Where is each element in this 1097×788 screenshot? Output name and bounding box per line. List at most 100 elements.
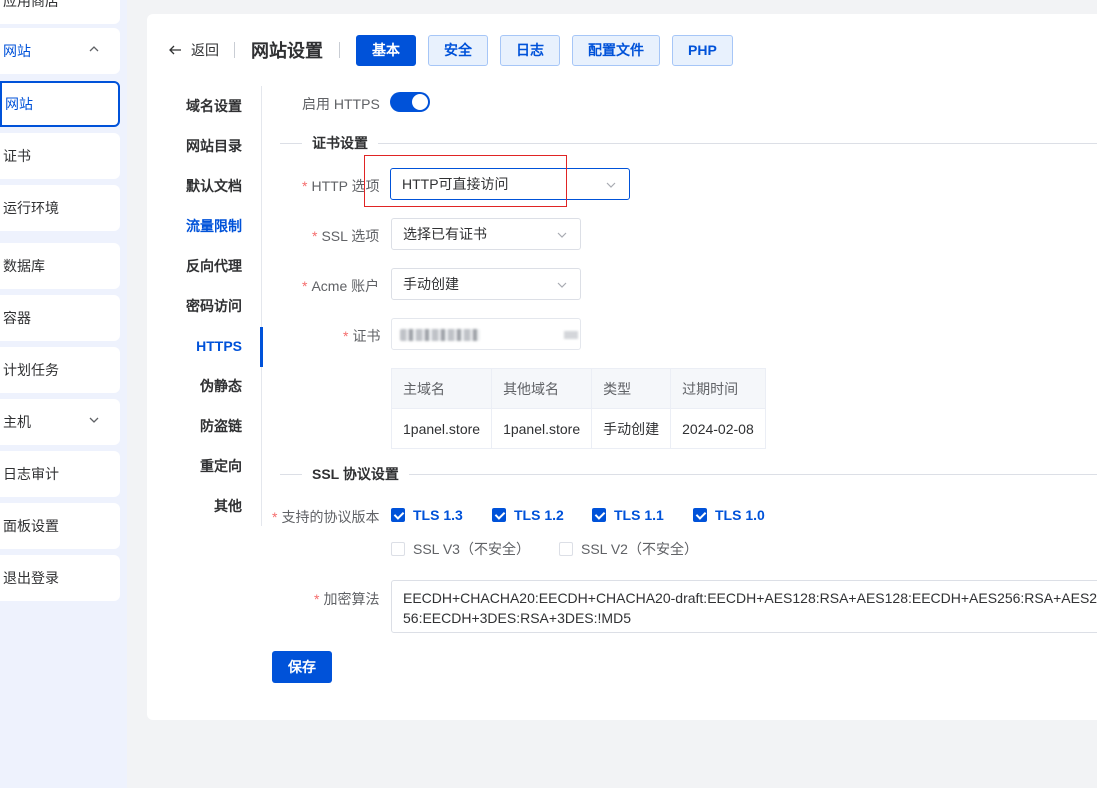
sidebar-item-label: 证书 (3, 148, 31, 164)
highlight-box (364, 155, 567, 207)
chevron-down-icon (89, 417, 99, 423)
table-header-row: 主域名 其他域名 类型 过期时间 (390, 368, 766, 409)
menu-item-rate-limit[interactable]: 流量限制 (160, 206, 262, 246)
ssl-option-select[interactable]: 选择已有证书 (391, 218, 581, 250)
checkbox-label: TLS 1.1 (614, 507, 664, 523)
checkbox-box (693, 508, 707, 522)
required-mark: * (302, 178, 308, 194)
checkbox-sslv2[interactable]: SSL V2（不安全） (559, 539, 698, 559)
checkbox-label: TLS 1.0 (715, 507, 765, 523)
checkbox-tls12[interactable]: TLS 1.2 (492, 507, 564, 523)
sidebar-item-logs[interactable]: 日志审计 (0, 451, 120, 497)
checkbox-label: TLS 1.3 (413, 507, 463, 523)
ssl-option-value: 选择已有证书 (403, 226, 487, 242)
checkbox-tls10[interactable]: TLS 1.0 (693, 507, 765, 523)
section-title: SSL 协议设置 (302, 464, 409, 484)
sidebar-item-cron[interactable]: 计划任务 (0, 347, 120, 393)
col-header: 其他域名 (491, 368, 593, 409)
blurred-value (564, 331, 578, 339)
divider (234, 42, 235, 58)
col-header: 主域名 (390, 368, 493, 409)
sidebar-item-label: 网站 (5, 96, 33, 112)
col-header: 类型 (591, 368, 672, 409)
sidebar-item-website[interactable]: 网站 (0, 81, 120, 127)
acme-select[interactable]: 手动创建 (391, 268, 581, 300)
enable-https-switch[interactable] (390, 92, 430, 112)
sidebar: 应用商店 网站 网站 证书 运行环境 数据库 容器 计划任务 主机 日志审计 面… (0, 0, 127, 788)
ssl-protocol-section: SSL 协议设置 (280, 464, 1097, 484)
menu-item-other[interactable]: 其他 (160, 486, 262, 526)
menu-item-https[interactable]: HTTPS (160, 326, 262, 366)
settings-menu: 域名设置 网站目录 默认文档 流量限制 反向代理 密码访问 HTTPS 伪静态 … (160, 86, 262, 526)
section-divider (280, 143, 1097, 144)
back-button[interactable]: 返回 (168, 40, 219, 60)
table-cell: 2024-02-08 (670, 408, 766, 449)
checkbox-box (592, 508, 606, 522)
sidebar-item-logout[interactable]: 退出登录 (0, 555, 120, 601)
menu-item-site-dir[interactable]: 网站目录 (160, 126, 262, 166)
section-title: 证书设置 (302, 133, 378, 153)
required-mark: * (314, 591, 320, 607)
cipher-label: * 加密算法 (314, 589, 379, 609)
sidebar-item-label: 面板设置 (3, 518, 59, 534)
checkbox-box (559, 542, 573, 556)
save-button[interactable]: 保存 (272, 651, 332, 683)
sidebar-item-container[interactable]: 容器 (0, 295, 120, 341)
checkbox-sslv3[interactable]: SSL V3（不安全） (391, 539, 530, 559)
ssl-option-label: * SSL 选项 (312, 226, 379, 246)
sidebar-group-website[interactable]: 网站 (0, 28, 120, 74)
sidebar-item-database[interactable]: 数据库 (0, 243, 120, 289)
table-row: 1panel.store 1panel.store 手动创建 2024-02-0… (390, 408, 766, 449)
checkbox-label: SSL V3（不安全） (413, 541, 530, 557)
col-header: 过期时间 (670, 368, 766, 409)
sidebar-item-label: 网站 (3, 43, 31, 59)
menu-active-indicator (260, 327, 263, 367)
sidebar-item-label: 运行环境 (3, 200, 59, 216)
sidebar-item-app-store[interactable]: 应用商店 (0, 0, 120, 24)
cipher-text: 加密算法 (323, 591, 380, 607)
menu-item-rewrite[interactable]: 伪静态 (160, 366, 262, 406)
tab-logs[interactable]: 日志 (500, 34, 560, 66)
sidebar-item-host[interactable]: 主机 (0, 399, 120, 445)
checkbox-label: SSL V2（不安全） (581, 541, 698, 557)
switch-knob (412, 94, 428, 110)
required-mark: * (302, 278, 308, 294)
tab-security[interactable]: 安全 (428, 34, 488, 66)
arrow-left-icon (169, 45, 181, 55)
acme-value: 手动创建 (403, 276, 459, 292)
tab-config-file[interactable]: 配置文件 (572, 34, 660, 66)
sidebar-item-label: 主机 (3, 414, 31, 430)
menu-item-password-access[interactable]: 密码访问 (160, 286, 262, 326)
cert-text: 证书 (352, 328, 381, 344)
menu-item-domain[interactable]: 域名设置 (160, 86, 262, 126)
menu-item-redirect[interactable]: 重定向 (160, 446, 262, 486)
checkbox-box (391, 508, 405, 522)
protocol-label: * 支持的协议版本 (272, 507, 379, 527)
checkbox-tls13[interactable]: TLS 1.3 (391, 507, 463, 523)
cipher-textarea[interactable]: EECDH+CHACHA20:EECDH+CHACHA20-draft:EECD… (391, 580, 1097, 633)
sidebar-item-label: 容器 (3, 310, 31, 326)
sidebar-item-certificate[interactable]: 证书 (0, 133, 120, 179)
sidebar-item-label: 数据库 (3, 258, 45, 274)
sidebar-item-settings[interactable]: 面板设置 (0, 503, 120, 549)
checkbox-box (391, 542, 405, 556)
sidebar-item-runtime[interactable]: 运行环境 (0, 185, 120, 231)
required-mark: * (312, 228, 318, 244)
tab-basic[interactable]: 基本 (356, 34, 416, 66)
menu-item-default-doc[interactable]: 默认文档 (160, 166, 262, 206)
required-mark: * (343, 328, 349, 344)
menu-item-reverse-proxy[interactable]: 反向代理 (160, 246, 262, 286)
menu-item-hotlink[interactable]: 防盗链 (160, 406, 262, 446)
blurred-value (400, 329, 480, 341)
checkbox-tls11[interactable]: TLS 1.1 (592, 507, 664, 523)
cert-select[interactable] (391, 318, 581, 350)
page-header: 返回 网站设置 基本 安全 日志 配置文件 PHP (168, 34, 745, 66)
protocol-text: 支持的协议版本 (281, 509, 380, 525)
acme-label: * Acme 账户 (302, 276, 379, 296)
table-cell: 1panel.store (390, 408, 493, 449)
tab-php[interactable]: PHP (672, 34, 733, 66)
cert-settings-section: 证书设置 (280, 133, 1097, 153)
divider (339, 42, 340, 58)
back-label: 返回 (191, 42, 219, 58)
table-cell: 手动创建 (591, 408, 672, 449)
